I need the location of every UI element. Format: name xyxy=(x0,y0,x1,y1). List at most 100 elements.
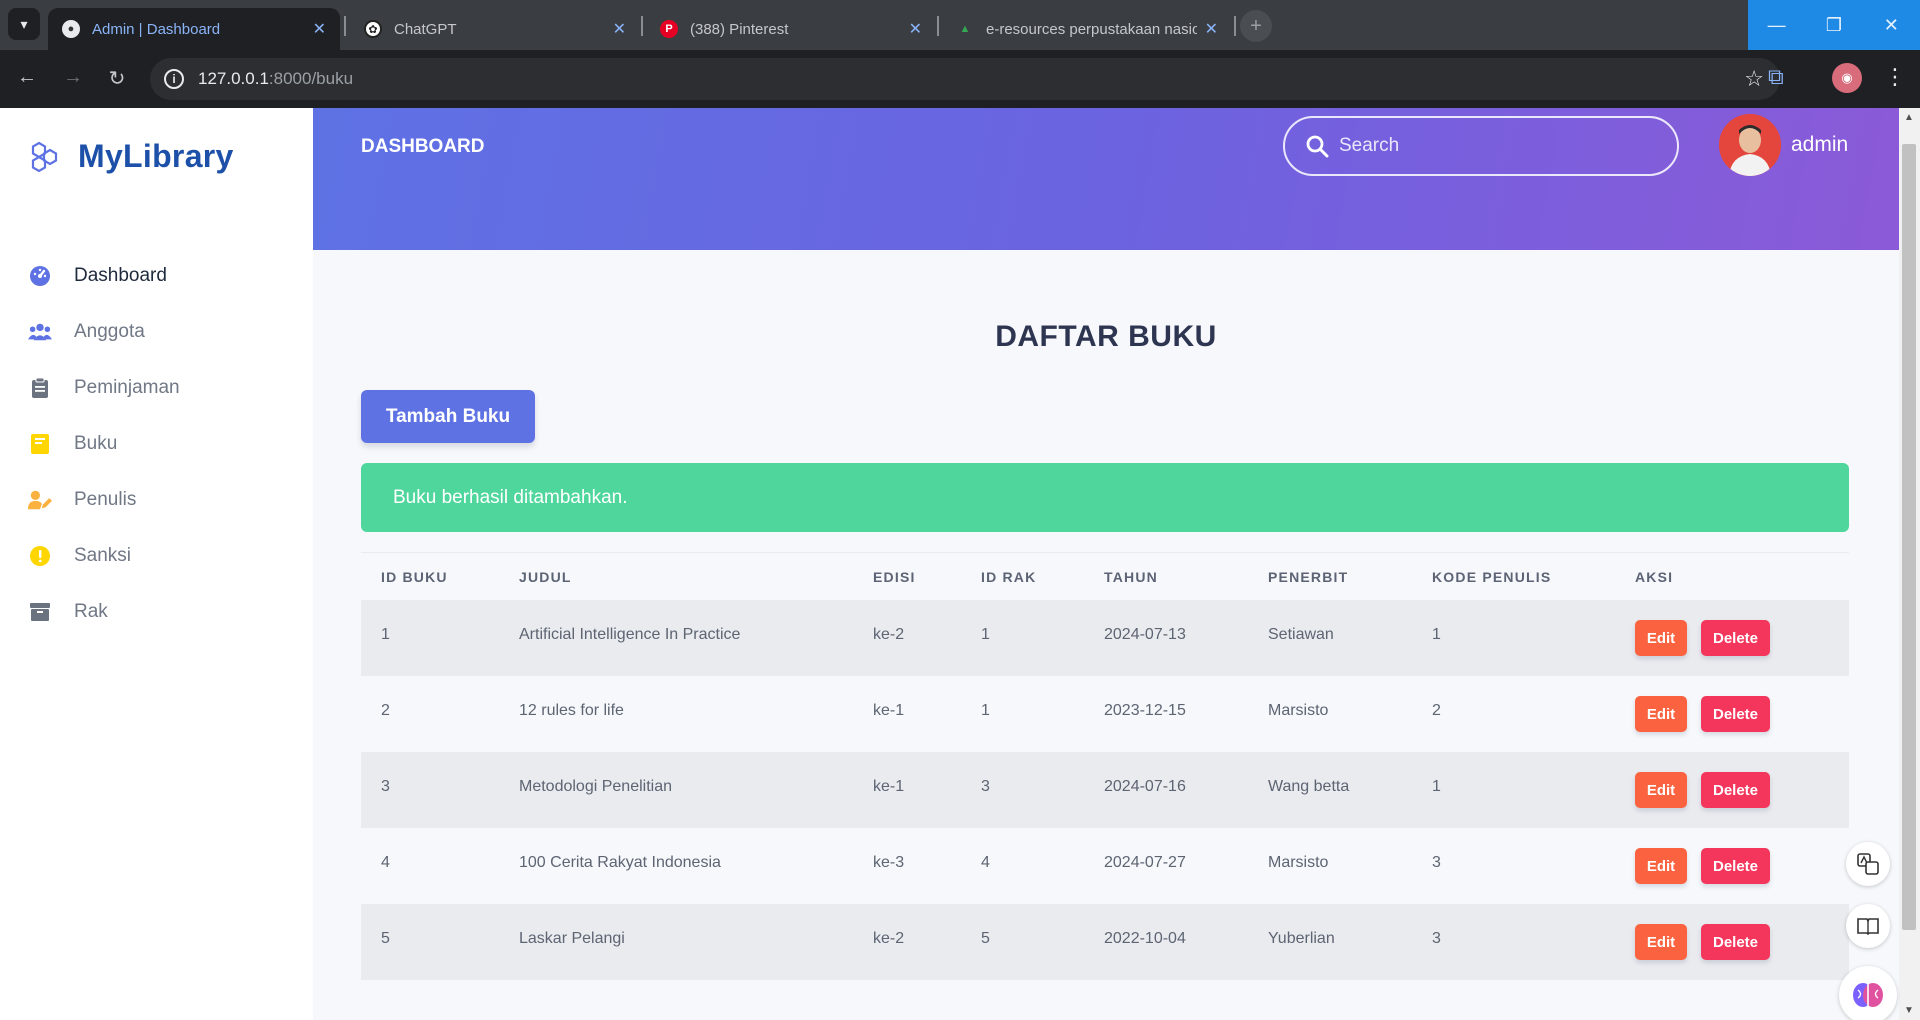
search-input[interactable] xyxy=(1339,135,1639,157)
row-actions: Edit Delete xyxy=(1635,848,1770,884)
username[interactable]: admin xyxy=(1791,133,1848,157)
row-actions: Edit Delete xyxy=(1635,696,1770,732)
cell-tahun: 2023-12-15 xyxy=(1104,702,1186,719)
cell-judul: 12 rules for life xyxy=(519,702,624,719)
cell-penerbit: Marsisto xyxy=(1268,854,1329,871)
cell-penerbit: Wang betta xyxy=(1268,778,1350,795)
profile-avatar-icon[interactable]: ◉ xyxy=(1832,63,1862,93)
cell-id-buku: 4 xyxy=(381,854,390,871)
row-actions: Edit Delete xyxy=(1635,924,1770,960)
delete-button[interactable]: Delete xyxy=(1701,696,1770,732)
bookmark-star-icon[interactable]: ☆ xyxy=(1744,66,1764,92)
close-icon[interactable]: ✕ xyxy=(613,19,626,39)
sidebar-item-sanksi[interactable]: Sanksi xyxy=(0,528,313,584)
sidebar: MyLibrary Dashboard Anggota Peminjaman B… xyxy=(0,108,313,1020)
brand-name: MyLibrary xyxy=(78,138,234,174)
tab-chatgpt[interactable]: ✿ ChatGPT ✕ xyxy=(350,8,640,50)
clipboard-icon xyxy=(28,376,52,400)
tab-search-button[interactable]: ▾ xyxy=(8,8,40,40)
sidebar-item-peminjaman[interactable]: Peminjaman xyxy=(0,360,313,416)
edit-button[interactable]: Edit xyxy=(1635,620,1687,656)
minimize-icon[interactable]: — xyxy=(1748,0,1805,50)
edit-button[interactable]: Edit xyxy=(1635,848,1687,884)
sidebar-item-label: Penulis xyxy=(74,489,137,510)
sidebar-item-rak[interactable]: Rak xyxy=(0,584,313,640)
avatar[interactable] xyxy=(1719,114,1781,176)
cell-kode-penulis: 3 xyxy=(1432,930,1441,947)
table-row: 1 Artificial Intelligence In Practice ke… xyxy=(361,600,1849,676)
delete-button[interactable]: Delete xyxy=(1701,848,1770,884)
sidebar-item-dashboard[interactable]: Dashboard xyxy=(0,248,313,304)
tab-admin-dashboard[interactable]: ● Admin | Dashboard ✕ xyxy=(48,8,340,50)
table-row: 5 Laskar Pelangi ke-2 5 2022-10-04 Yuber… xyxy=(361,904,1849,980)
plus-icon: + xyxy=(1250,14,1262,37)
reader-mode-icon[interactable] xyxy=(1846,904,1890,948)
tab-pinterest[interactable]: P (388) Pinterest ✕ xyxy=(646,8,936,50)
column-header: AKSI xyxy=(1635,568,1674,585)
restore-icon[interactable]: ❐ xyxy=(1805,0,1862,50)
edit-button[interactable]: Edit xyxy=(1635,696,1687,732)
cell-edisi: ke-1 xyxy=(873,702,905,719)
scroll-up-arrow-icon[interactable]: ▲ xyxy=(1904,112,1914,123)
cell-id-buku: 1 xyxy=(381,626,390,643)
close-icon[interactable]: ✕ xyxy=(1205,19,1218,39)
add-book-button[interactable]: Tambah Buku xyxy=(361,390,535,443)
site-info-icon[interactable]: i xyxy=(164,69,184,89)
floating-tools xyxy=(1839,842,1897,1020)
scroll-down-arrow-icon[interactable]: ▼ xyxy=(1904,1005,1914,1016)
cell-id-buku: 3 xyxy=(381,778,390,795)
cell-judul: Metodologi Penelitian xyxy=(519,778,672,795)
column-header: KODE PENULIS xyxy=(1432,568,1552,585)
cell-penerbit: Marsisto xyxy=(1268,702,1329,719)
cell-penerbit: Setiawan xyxy=(1268,626,1334,643)
column-header: PENERBIT xyxy=(1268,568,1349,585)
address-bar[interactable]: i 127.0.0.1 :8000/buku ☆ xyxy=(150,58,1780,100)
cell-id-buku: 5 xyxy=(381,930,390,947)
window-close-icon[interactable]: ✕ xyxy=(1863,0,1920,50)
row-actions: Edit Delete xyxy=(1635,772,1770,808)
cell-judul: 100 Cerita Rakyat Indonesia xyxy=(519,854,721,871)
sidebar-item-penulis[interactable]: Penulis xyxy=(0,472,313,528)
translate-icon[interactable] xyxy=(1846,842,1890,886)
row-actions: Edit Delete xyxy=(1635,620,1770,656)
brain-assistant-icon[interactable] xyxy=(1839,966,1897,1020)
page-scrollbar[interactable]: ▲ ▼ xyxy=(1899,108,1920,1020)
forward-arrow-icon[interactable]: → xyxy=(60,66,86,89)
scrollbar-thumb[interactable] xyxy=(1902,144,1916,930)
extensions-puzzle-icon[interactable]: ⧉ xyxy=(1768,64,1784,90)
new-tab-button[interactable]: + xyxy=(1240,10,1272,42)
column-header: EDISI xyxy=(873,568,916,585)
cell-tahun: 2022-10-04 xyxy=(1104,930,1186,947)
more-menu-icon[interactable]: ⋮ xyxy=(1884,64,1906,90)
cell-edisi: ke-3 xyxy=(873,854,905,871)
cell-tahun: 2024-07-27 xyxy=(1104,854,1186,871)
main-content: DAFTAR BUKU Tambah Buku Buku berhasil di… xyxy=(313,250,1899,1020)
tab-e-resources[interactable]: ▲ e-resources perpustakaan nasio ✕ xyxy=(942,8,1232,50)
edit-button[interactable]: Edit xyxy=(1635,924,1687,960)
delete-button[interactable]: Delete xyxy=(1701,772,1770,808)
brand[interactable]: MyLibrary xyxy=(28,138,234,175)
sidebar-item-anggota[interactable]: Anggota xyxy=(0,304,313,360)
url-host: 127.0.0.1 xyxy=(198,69,269,88)
edit-button[interactable]: Edit xyxy=(1635,772,1687,808)
delete-button[interactable]: Delete xyxy=(1701,620,1770,656)
cell-kode-penulis: 2 xyxy=(1432,702,1441,719)
url-path: :8000/buku xyxy=(268,69,354,88)
close-icon[interactable]: ✕ xyxy=(909,19,922,39)
table-row: 3 Metodologi Penelitian ke-1 3 2024-07-1… xyxy=(361,752,1849,828)
header-title[interactable]: DASHBOARD xyxy=(361,136,485,158)
back-arrow-icon[interactable]: ← xyxy=(14,66,40,89)
sidebar-menu: Dashboard Anggota Peminjaman Buku Penuli… xyxy=(0,248,313,640)
sidebar-item-label: Buku xyxy=(74,433,118,454)
close-icon[interactable]: ✕ xyxy=(313,19,326,39)
cell-id-rak: 5 xyxy=(981,930,990,947)
page-title: DAFTAR BUKU xyxy=(995,320,1217,353)
delete-button[interactable]: Delete xyxy=(1701,924,1770,960)
search-box[interactable] xyxy=(1283,116,1679,176)
cell-kode-penulis: 1 xyxy=(1432,778,1441,795)
cell-penerbit: Yuberlian xyxy=(1268,930,1335,947)
sidebar-item-buku[interactable]: Buku xyxy=(0,416,313,472)
reload-icon[interactable]: ↻ xyxy=(104,66,130,91)
dashboard-icon xyxy=(28,264,52,288)
cell-id-rak: 3 xyxy=(981,778,990,795)
